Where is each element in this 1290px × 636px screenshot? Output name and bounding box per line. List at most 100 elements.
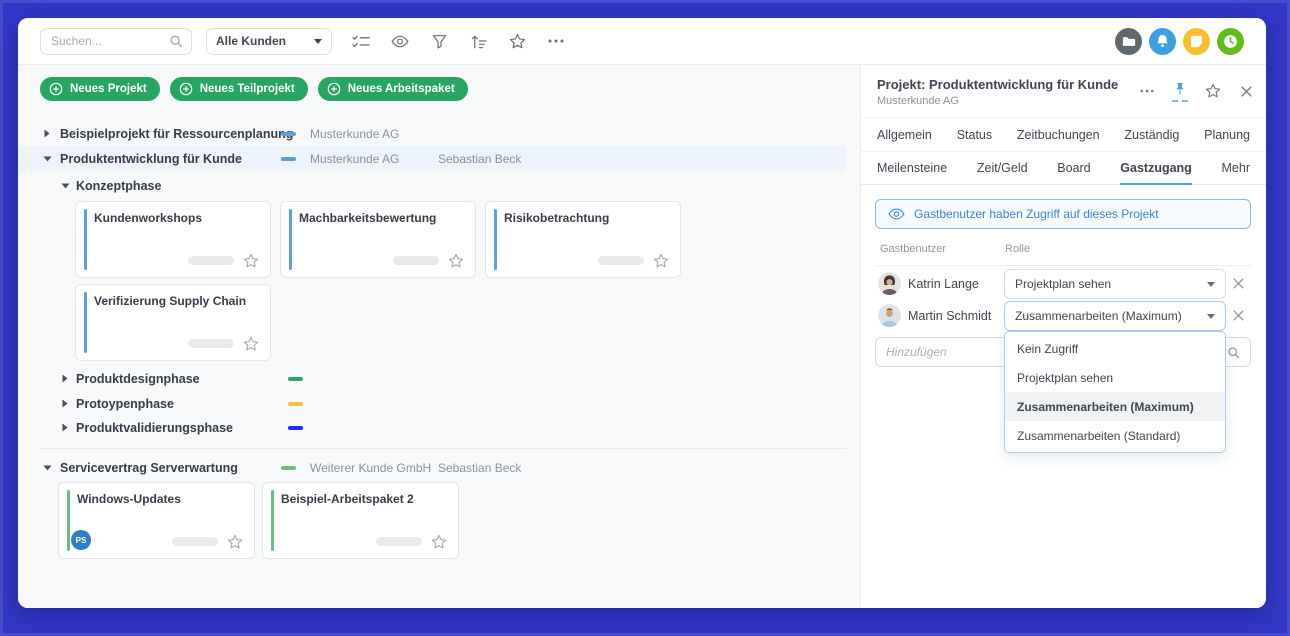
chevron-down-icon[interactable] — [43, 154, 53, 164]
work-package-card[interactable]: Beispiel-Arbeitspaket 2 — [262, 482, 459, 559]
clock-icon[interactable] — [1217, 28, 1244, 55]
work-package-card[interactable]: Machbarkeitsbewertung — [280, 201, 476, 278]
tab-planung[interactable]: Planung — [1204, 118, 1250, 151]
role-option[interactable]: Kein Zugriff — [1005, 334, 1225, 363]
guest-table-headers: Gastbenutzer Rolle — [861, 243, 1266, 261]
progress-pill — [188, 256, 234, 265]
tab-mehr[interactable]: Mehr — [1222, 152, 1250, 184]
task-list-icon[interactable] — [352, 32, 370, 50]
column-gastbenutzer: Gastbenutzer — [880, 243, 946, 255]
pin-icon[interactable] — [1172, 81, 1188, 102]
phase-name: Produktdesignphase — [76, 372, 200, 386]
more-icon[interactable] — [547, 32, 565, 50]
chevron-right-icon[interactable] — [62, 423, 72, 433]
detail-header: Projekt: Produktentwicklung für Kunde Mu… — [861, 65, 1266, 117]
work-package-title: Windows-Updates — [77, 492, 181, 506]
close-icon[interactable] — [1238, 83, 1254, 99]
card-accent — [67, 490, 70, 551]
new-work-package-button[interactable]: Neues Arbeitspaket — [318, 77, 468, 101]
tab-zustaendig[interactable]: Zuständig — [1124, 118, 1179, 151]
topbar: Alle Kunden — [18, 18, 1266, 64]
sort-ascending-icon[interactable] — [469, 32, 487, 50]
create-actions: Neues Projekt Neues Teilprojekt Neues Ar… — [40, 77, 468, 101]
phase-name: Protoypenphase — [76, 397, 174, 411]
remove-guest-icon[interactable] — [1233, 310, 1245, 322]
star-icon[interactable] — [431, 534, 447, 550]
role-select[interactable]: Projektplan sehen — [1004, 269, 1226, 299]
chevron-right-icon[interactable] — [62, 399, 72, 409]
quick-actions — [1115, 28, 1244, 55]
star-icon[interactable] — [1205, 83, 1221, 99]
chevron-down-icon[interactable] — [61, 181, 71, 191]
project-name: Servicevertrag Serverwartung — [60, 461, 238, 475]
customer-filter-dropdown[interactable]: Alle Kunden — [206, 28, 332, 55]
table-divider — [875, 265, 1251, 266]
plus-circle-icon — [327, 82, 341, 96]
role-option[interactable]: Zusammenarbeiten (Standard) — [1005, 421, 1225, 450]
role-option[interactable]: Projektplan sehen — [1005, 363, 1225, 392]
eye-icon[interactable] — [391, 32, 409, 50]
work-package-card[interactable]: Kundenworkshops — [75, 201, 271, 278]
work-package-title: Beispiel-Arbeitspaket 2 — [281, 492, 414, 506]
phase-row[interactable]: Protoypenphase — [18, 391, 846, 416]
tab-zeitbuchungen[interactable]: Zeitbuchungen — [1017, 118, 1100, 151]
customer-name: Musterkunde AG — [310, 127, 399, 141]
main-area: Neues Projekt Neues Teilprojekt Neues Ar… — [18, 64, 1266, 608]
star-icon[interactable] — [448, 253, 464, 269]
guest-row: Katrin Lange Projektplan sehen — [861, 268, 1266, 300]
guest-name: Martin Schmidt — [908, 309, 991, 323]
tab-gastzugang[interactable]: Gastzugang — [1120, 152, 1192, 184]
search-input[interactable] — [51, 34, 169, 48]
project-detail-panel: Projekt: Produktentwicklung für Kunde Mu… — [860, 65, 1266, 608]
remove-guest-icon[interactable] — [1233, 278, 1245, 290]
star-icon[interactable] — [243, 336, 259, 352]
plus-circle-icon — [49, 82, 63, 96]
status-dash — [288, 402, 303, 406]
card-accent — [271, 490, 274, 551]
avatar — [878, 304, 901, 327]
star-icon[interactable] — [227, 534, 243, 550]
role-select-open[interactable]: Zusammenarbeiten (Maximum) — [1004, 301, 1226, 331]
search-box[interactable] — [40, 28, 192, 55]
tab-status[interactable]: Status — [957, 118, 992, 151]
tab-meilensteine[interactable]: Meilensteine — [877, 152, 947, 184]
chevron-down-icon[interactable] — [43, 463, 53, 473]
chevron-right-icon[interactable] — [62, 374, 72, 384]
folder-icon[interactable] — [1115, 28, 1142, 55]
new-project-button[interactable]: Neues Projekt — [40, 77, 160, 101]
work-package-title: Kundenworkshops — [94, 211, 202, 225]
star-icon[interactable] — [508, 32, 526, 50]
tab-allgemein[interactable]: Allgemein — [877, 118, 932, 151]
phase-row[interactable]: Produktdesignphase — [18, 366, 846, 391]
role-option-selected[interactable]: Zusammenarbeiten (Maximum) — [1005, 392, 1225, 421]
toolbar-icons — [352, 32, 565, 50]
chevron-right-icon[interactable] — [44, 129, 54, 139]
phase-row[interactable]: Produktvalidierungsphase — [18, 415, 846, 440]
work-package-card[interactable]: Risikobetrachtung — [485, 201, 681, 278]
eye-icon — [888, 208, 905, 220]
project-tree-pane: Neues Projekt Neues Teilprojekt Neues Ar… — [18, 65, 860, 608]
progress-pill — [188, 339, 234, 348]
project-row[interactable]: Beispielprojekt für Ressourcenplanung Mu… — [18, 121, 846, 146]
card-accent — [289, 209, 292, 270]
project-row[interactable]: Servicevertrag Serverwartung Weiterer Ku… — [18, 455, 846, 480]
owner-name: Sebastian Beck — [438, 152, 521, 166]
project-row[interactable]: Produktentwicklung für Kunde Musterkunde… — [18, 146, 846, 171]
filter-icon[interactable] — [430, 32, 448, 50]
detail-tabs-row1: Allgemein Status Zeitbuchungen Zuständig… — [861, 117, 1266, 151]
app-window: Alle Kunden — [18, 18, 1266, 608]
tab-zeit-geld[interactable]: Zeit/Geld — [977, 152, 1028, 184]
tab-board[interactable]: Board — [1057, 152, 1090, 184]
customer-filter-value: Alle Kunden — [216, 34, 286, 48]
star-icon[interactable] — [243, 253, 259, 269]
phase-row[interactable]: Konzeptphase — [18, 173, 846, 198]
work-package-title: Risikobetrachtung — [504, 211, 609, 225]
new-subproject-button[interactable]: Neues Teilprojekt — [170, 77, 308, 101]
star-icon[interactable] — [653, 253, 669, 269]
work-package-card[interactable]: Verifizierung Supply Chain — [75, 284, 271, 361]
customer-name: Musterkunde AG — [310, 152, 399, 166]
work-package-card[interactable]: Windows-Updates PS — [58, 482, 255, 559]
bell-icon[interactable] — [1149, 28, 1176, 55]
note-icon[interactable] — [1183, 28, 1210, 55]
more-icon[interactable] — [1139, 83, 1155, 99]
